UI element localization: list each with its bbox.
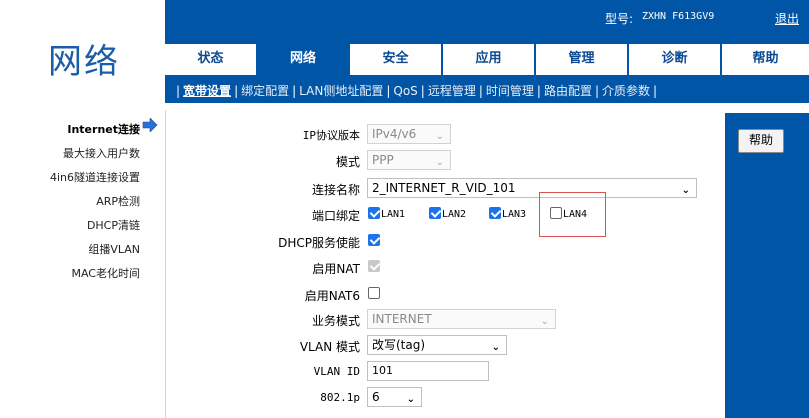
lan2-checkbox[interactable] <box>429 207 441 219</box>
brand-area: 网络 <box>0 0 165 103</box>
subnav-broadband[interactable]: 宽带设置 <box>183 84 231 98</box>
subnav-separator: | <box>478 84 483 98</box>
vlan-id-label: VLAN ID <box>313 365 360 378</box>
nat-label: 启用NAT <box>312 262 360 276</box>
tab-network[interactable]: 网络 <box>258 44 348 75</box>
subnav-media[interactable]: 介质参数 <box>602 84 650 98</box>
lan2-label: LAN2 <box>442 209 467 220</box>
tab-help[interactable]: 帮助 <box>722 44 809 75</box>
tab-status[interactable]: 状态 <box>165 44 256 75</box>
nat-checkbox[interactable] <box>368 260 380 272</box>
subnav-separator: | <box>176 84 181 98</box>
chevron-down-icon: ⌄ <box>406 394 415 405</box>
logout-link[interactable]: 退出 <box>775 10 799 27</box>
subnav-qos[interactable]: QoS <box>393 84 417 98</box>
sub-nav: | 宽带设置 | 绑定配置 | LAN侧地址配置 | QoS | 远程管理 | 时间管理 | 路由配置 | 介… <box>165 75 809 103</box>
service-mode-select[interactable]: INTERNET ⌄ <box>367 309 556 329</box>
nat6-label: 启用NAT6 <box>304 289 360 303</box>
lan1-checkbox[interactable] <box>368 207 380 219</box>
lan3-label: LAN3 <box>502 209 527 220</box>
model-value: ZXHN F613GV9 <box>642 11 715 22</box>
dhcp-label: DHCP服务使能 <box>278 236 360 250</box>
chevron-down-icon: ⌄ <box>435 131 444 142</box>
chevron-down-icon: ⌄ <box>681 185 690 196</box>
help-button[interactable]: 帮助 <box>738 129 784 153</box>
tab-application[interactable]: 应用 <box>443 44 534 75</box>
service-mode-label: 业务模式 <box>311 314 360 328</box>
subnav-remote[interactable]: 远程管理 <box>428 84 476 98</box>
chevron-down-icon: ⌄ <box>435 157 444 168</box>
subnav-separator: | <box>292 84 297 98</box>
sidebar-item-arp[interactable]: ARP检测 <box>96 193 140 209</box>
sidebar-item-internet[interactable]: Internet连接 <box>67 121 140 137</box>
lan3-checkbox[interactable] <box>489 207 501 219</box>
subnav-separator: | <box>536 84 541 98</box>
mode-value: PPP <box>372 153 394 167</box>
vlan-mode-select[interactable]: 改写(tag) ⌄ <box>367 335 507 355</box>
main-tab-bar: 状态 网络 安全 应用 管理 诊断 帮助 <box>165 37 809 75</box>
subnav-time[interactable]: 时间管理 <box>486 84 534 98</box>
subnav-binding[interactable]: 绑定配置 <box>241 84 289 98</box>
sidebar-item-max-users[interactable]: 最大接入用户数 <box>63 145 140 161</box>
lan1-label: LAN1 <box>381 209 406 220</box>
model-label: 型号: <box>605 12 634 26</box>
tab-diagnosis[interactable]: 诊断 <box>629 44 720 75</box>
vlan-mode-value: 改写(tag) <box>372 338 426 352</box>
mode-label: 模式 <box>335 155 360 169</box>
conn-name-value: 2_INTERNET_R_VID_101 <box>372 181 516 195</box>
chevron-down-icon: ⌄ <box>540 316 549 327</box>
ip-version-value: IPv4/v6 <box>372 127 417 141</box>
brand-title: 网络 <box>48 42 120 82</box>
help-panel: 帮助 <box>725 113 809 418</box>
subnav-separator: | <box>234 84 239 98</box>
vlan-id-input[interactable]: 101 <box>367 361 489 381</box>
ip-version-select[interactable]: IPv4/v6 ⌄ <box>367 124 451 144</box>
arrow-right-icon <box>142 118 158 132</box>
dhcp-checkbox[interactable] <box>368 234 380 246</box>
chevron-down-icon: ⌄ <box>491 342 500 353</box>
sidebar-item-multicast-vlan[interactable]: 组播VLAN <box>88 241 140 257</box>
nat6-checkbox[interactable] <box>368 287 380 299</box>
port-bind-label: 端口绑定 <box>311 209 360 223</box>
highlight-box <box>539 192 606 237</box>
dot1p-value: 6 <box>372 390 380 404</box>
sidebar-item-4in6[interactable]: 4in6隧道连接设置 <box>50 169 140 185</box>
subnav-separator: | <box>420 84 425 98</box>
subnav-lan-address[interactable]: LAN侧地址配置 <box>299 84 383 98</box>
service-mode-value: INTERNET <box>372 312 432 326</box>
vlan-mode-label: VLAN 模式 <box>299 340 360 354</box>
dot1p-select[interactable]: 6 ⌄ <box>367 387 422 407</box>
subnav-separator: | <box>386 84 391 98</box>
mode-select[interactable]: PPP ⌄ <box>367 150 451 170</box>
subnav-separator: | <box>653 84 658 98</box>
tab-management[interactable]: 管理 <box>536 44 627 75</box>
conn-name-select[interactable]: 2_INTERNET_R_VID_101 ⌄ <box>367 178 697 198</box>
conn-name-label: 连接名称 <box>311 183 360 197</box>
sidebar-item-dhcp-clear[interactable]: DHCP清链 <box>87 217 140 233</box>
subnav-routing[interactable]: 路由配置 <box>544 84 592 98</box>
subnav-separator: | <box>594 84 600 98</box>
dot1p-label: 802.1p <box>320 391 360 404</box>
tab-security[interactable]: 安全 <box>350 44 441 75</box>
top-bar: 型号: ZXHN F613GV9 退出 <box>165 0 809 37</box>
sidebar-item-mac-aging[interactable]: MAC老化时间 <box>71 265 140 281</box>
ip-version-label: IP协议版本 <box>302 129 360 142</box>
